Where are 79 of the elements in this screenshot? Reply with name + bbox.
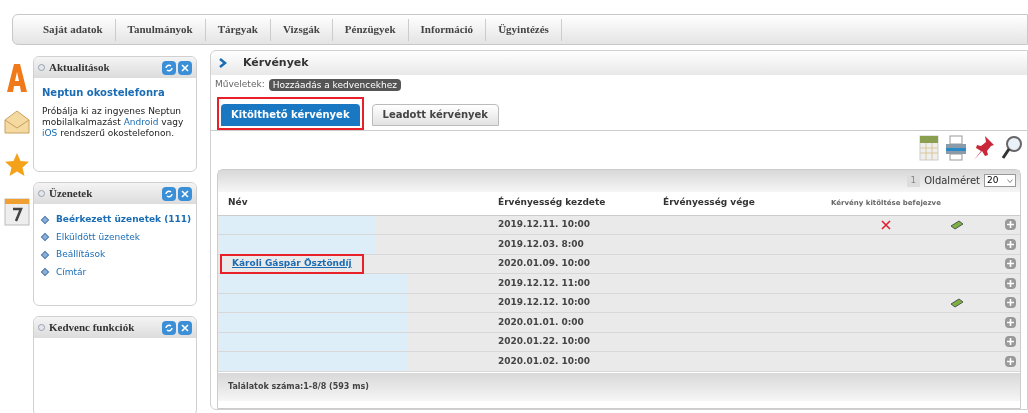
box-title: Aktualitások <box>49 60 110 76</box>
expand-button[interactable] <box>1005 219 1016 231</box>
tab[interactable]: Leadott kérvények <box>371 103 499 126</box>
close-button[interactable] <box>178 60 192 75</box>
refresh-icon <box>164 62 174 73</box>
printer-icon[interactable] <box>945 134 967 161</box>
plus-icon <box>1007 299 1014 307</box>
box-title: Üzenetek <box>49 186 93 202</box>
menu-item[interactable]: Vizsgák <box>270 21 332 38</box>
table-cell-text: 2019.12.12. 11:00 <box>498 276 592 290</box>
spreadsheet-icon[interactable] <box>919 134 939 161</box>
chevron-down-icon <box>1007 178 1013 183</box>
menu-item[interactable]: Tanulmányok <box>115 21 205 38</box>
column-header: Név <box>227 196 249 210</box>
expand-button[interactable] <box>1005 277 1016 289</box>
table-cell-text: 2020.01.01. 0:00 <box>498 315 585 329</box>
plus-icon <box>1007 240 1014 248</box>
expand-button[interactable] <box>1005 336 1016 348</box>
message-item[interactable]: Beállítások <box>42 248 188 262</box>
close-icon <box>181 63 189 72</box>
menu-item[interactable]: Tárgyak <box>205 21 270 38</box>
expand-button[interactable] <box>1005 258 1016 270</box>
plus-icon <box>1007 357 1014 365</box>
menu-item[interactable]: Pénzügyek <box>332 21 408 38</box>
news-heading[interactable]: Neptun okostelefonra <box>42 87 188 98</box>
plus-icon <box>1007 260 1014 268</box>
news-text: Próbálja ki az ingyenes Neptun mobilalkalmazást Android vagy iOS rendszerű okostelefonon. <box>42 106 185 139</box>
book-icon[interactable] <box>950 297 964 308</box>
column-header: Érvényesség vége <box>663 196 756 210</box>
column-header: Érvényesség kezdete <box>498 196 607 210</box>
plus-icon <box>1007 279 1014 287</box>
letter-a-icon <box>4 62 29 92</box>
page-size-select[interactable]: 20 <box>984 174 1016 187</box>
chevron-icon <box>219 58 227 68</box>
page-size-label: Oldalméret <box>924 174 980 188</box>
refresh-button[interactable] <box>162 186 176 201</box>
refresh-icon <box>164 188 174 199</box>
menu-item[interactable]: Ügyintézés <box>486 21 561 38</box>
ios-link[interactable]: iOS <box>42 128 58 138</box>
table-cell-text: 2019.12.03. 8:00 <box>498 237 585 251</box>
magnifier-icon[interactable] <box>1001 134 1023 161</box>
close-button[interactable] <box>178 320 192 335</box>
bullet-icon <box>38 324 45 331</box>
book-icon[interactable] <box>950 219 964 230</box>
actions-label: Műveletek: <box>215 78 265 92</box>
results-count: Találatok száma:1-8/8 (593 ms) <box>228 380 369 393</box>
table-cell-text: 2020.01.22. 10:00 <box>498 335 592 348</box>
close-button[interactable] <box>178 186 192 201</box>
close-icon <box>181 323 189 332</box>
request-link[interactable]: Károli Gáspár Ösztöndíj <box>220 254 364 274</box>
menu-item[interactable]: Információ <box>408 21 486 38</box>
expand-button[interactable] <box>1005 355 1016 367</box>
expand-button[interactable] <box>1005 238 1016 250</box>
refresh-button[interactable] <box>162 60 176 75</box>
box-title: Kedvenc funkciók <box>49 320 135 336</box>
table-cell-text: 2020.01.02. 10:00 <box>498 354 592 368</box>
table-cell-text: 2019.12.11. 10:00 <box>498 218 592 231</box>
star-icon <box>3 152 30 178</box>
bullet-icon <box>38 64 45 71</box>
refresh-icon <box>164 322 174 333</box>
plus-icon <box>1007 338 1014 346</box>
table-cell-text: 2019.12.12. 10:00 <box>498 296 592 309</box>
plus-icon <box>1007 318 1014 326</box>
message-item[interactable]: Elküldött üzenetek <box>42 230 188 244</box>
add-to-favorites-button[interactable]: Hozzáadás a kedvencekhez <box>268 79 401 91</box>
expand-button[interactable] <box>1005 316 1016 328</box>
envelope-icon <box>3 110 30 134</box>
tab[interactable]: Kitölthető kérvények <box>221 103 360 126</box>
close-icon <box>181 189 189 198</box>
message-item[interactable]: Címtár <box>42 265 188 279</box>
calendar-icon <box>3 196 30 226</box>
plus-icon <box>1007 221 1014 229</box>
menu-item[interactable]: Saját adatok <box>31 21 115 38</box>
table-cell-text: 2020.01.09. 10:00 <box>498 257 592 270</box>
expand-button[interactable] <box>1005 297 1016 309</box>
bullet-icon <box>38 190 45 197</box>
android-link[interactable]: Android <box>123 117 159 127</box>
refresh-button[interactable] <box>162 320 176 335</box>
page-title: Kérvények <box>243 54 309 71</box>
